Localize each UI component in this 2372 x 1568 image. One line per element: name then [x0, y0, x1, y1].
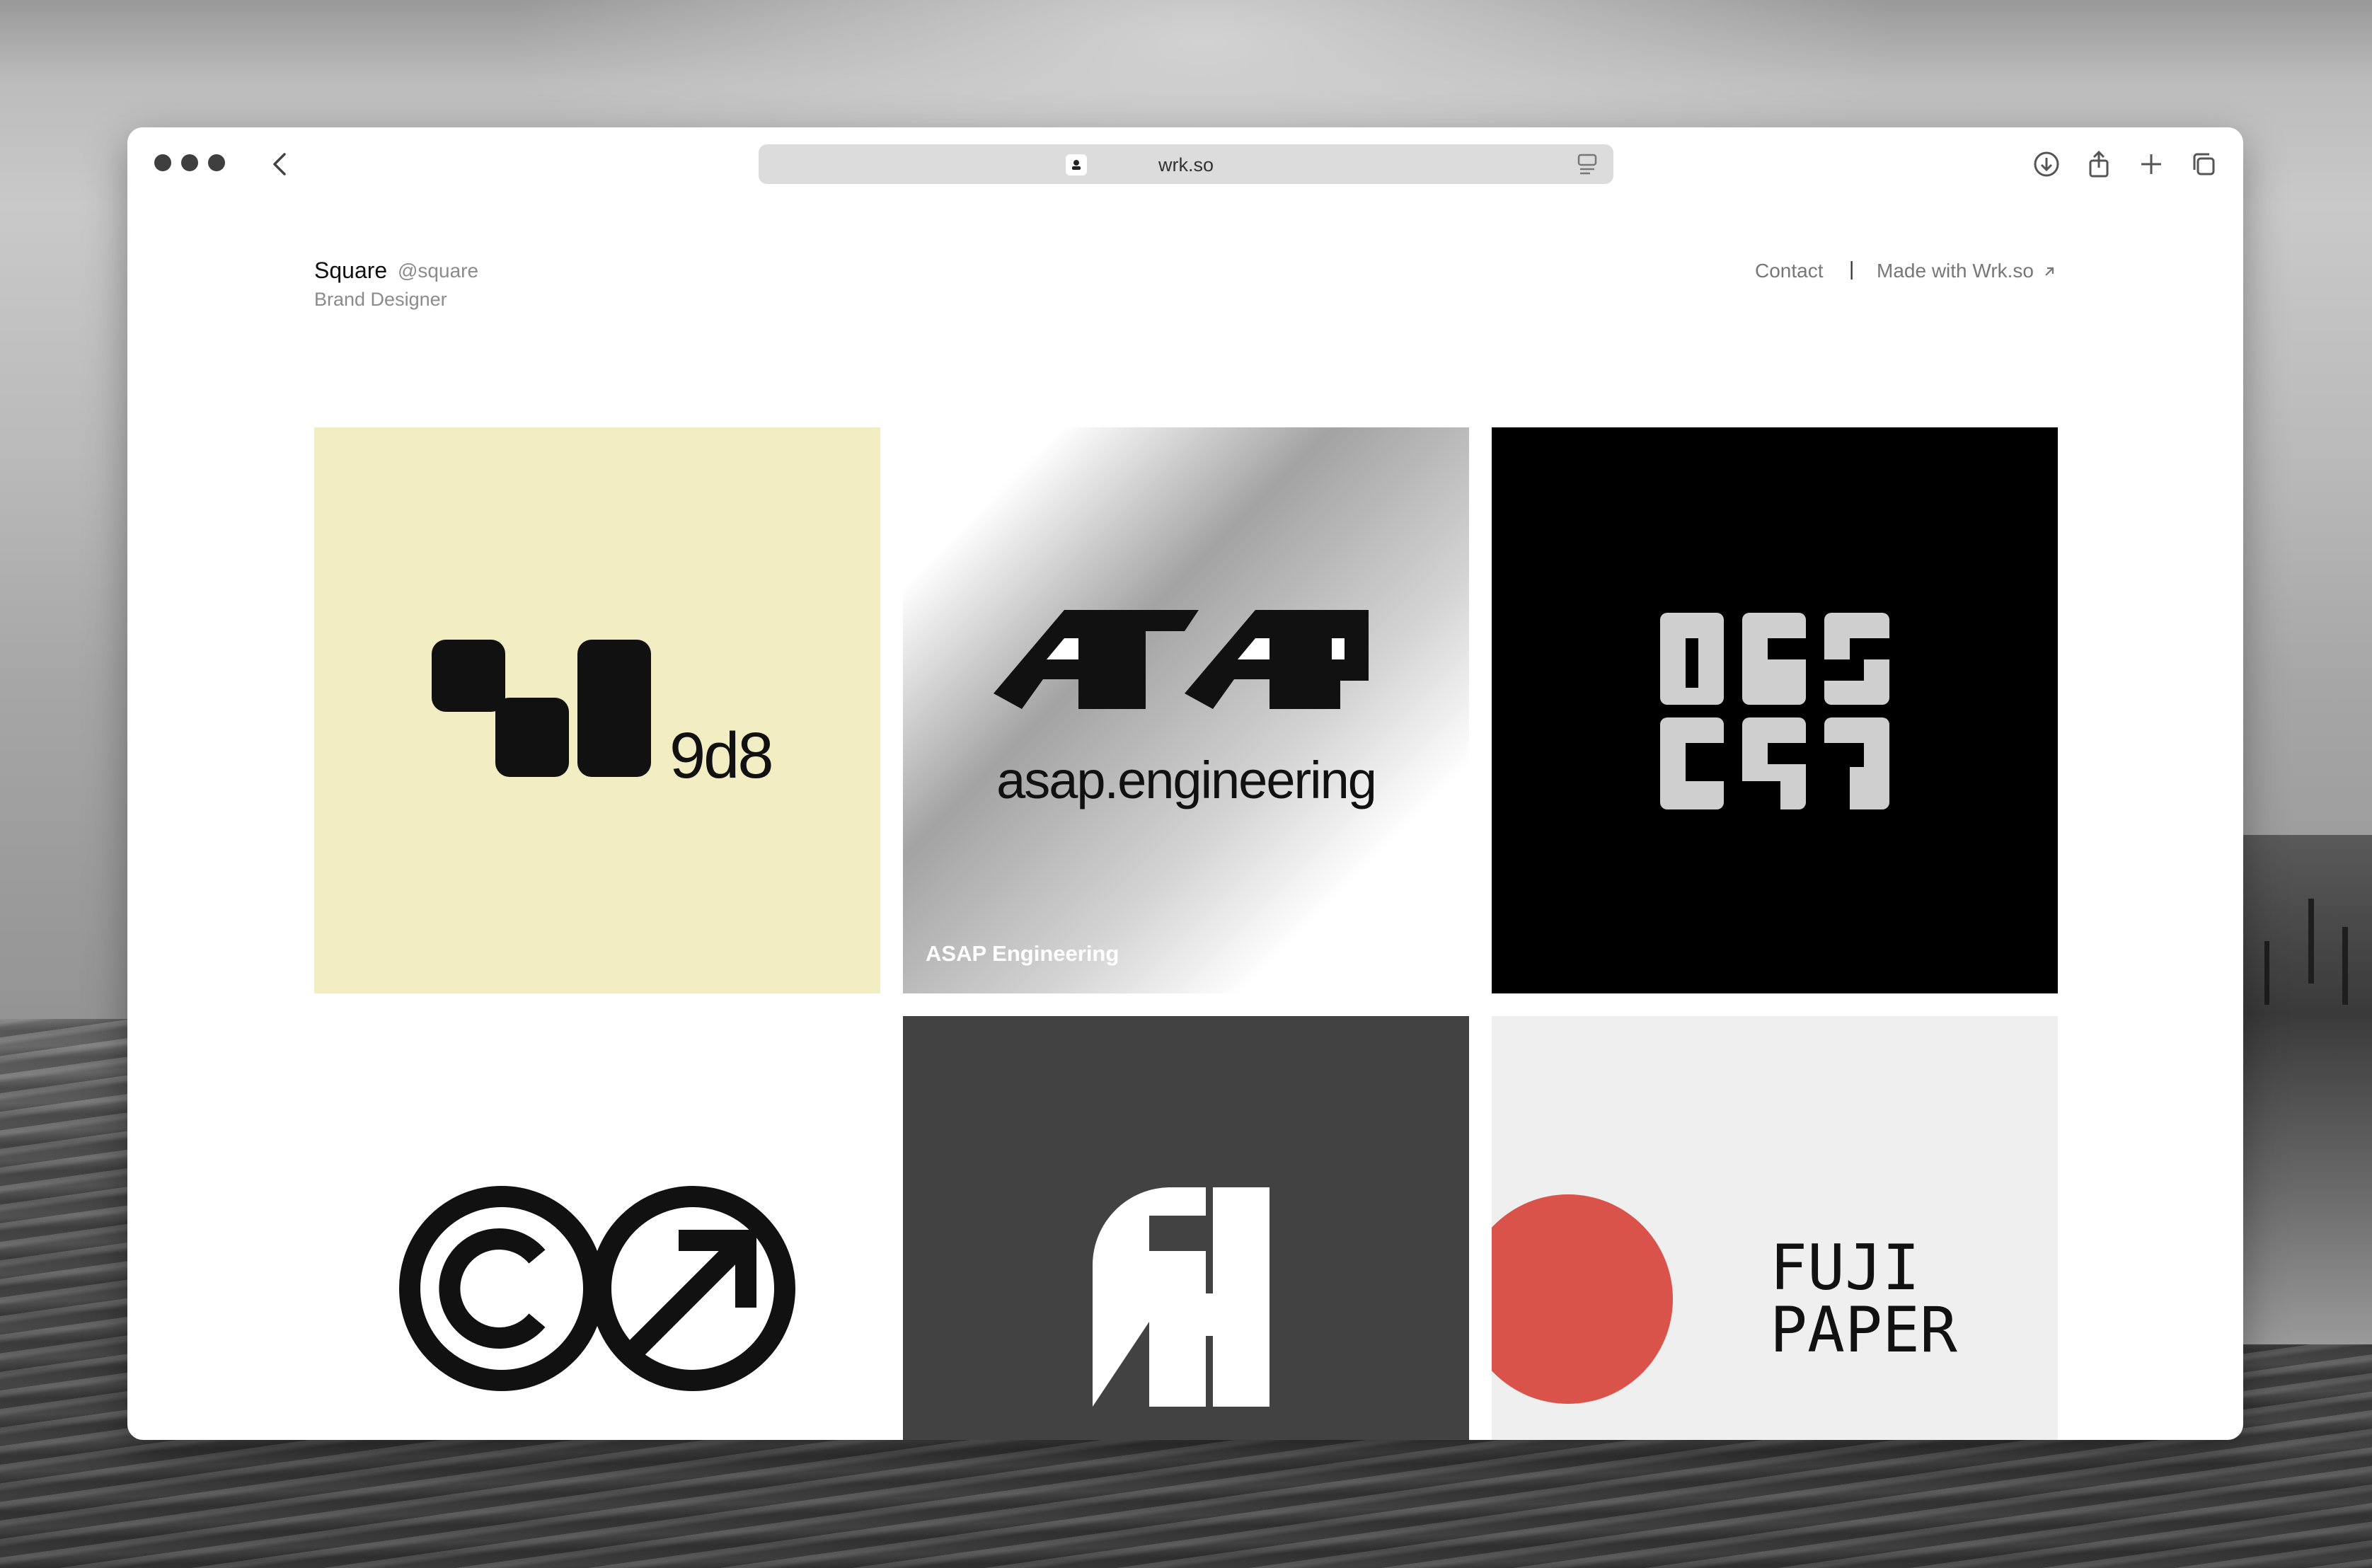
browser-window: wrk.so Square @square Brand Designer Con… [127, 127, 2243, 1440]
red-circle-mark [1492, 1194, 1673, 1404]
project-tile-fuji-paper[interactable]: FUJI PAPER [1492, 1016, 2058, 1440]
site-handle: @square [398, 260, 479, 282]
browser-toolbar: wrk.so [127, 127, 2243, 198]
shoreline [2238, 835, 2372, 1344]
9d8-logo-mark [432, 640, 651, 777]
project-tile-glyph-logo[interactable] [1492, 427, 2058, 993]
share-icon[interactable] [2083, 149, 2114, 180]
site-name[interactable]: Square [314, 258, 387, 284]
close-window-button[interactable] [154, 154, 171, 171]
fuji-paper-logo-text: FUJI PAPER [1770, 1237, 1957, 1361]
external-arrow-icon [2045, 267, 2054, 276]
9d8-logo-text: 9d8 [669, 720, 773, 792]
glyph-logo-mark [1660, 613, 1889, 809]
asap-logo-text: asap.engineering [996, 751, 1377, 809]
reader-mode-icon[interactable] [1577, 153, 1598, 177]
made-with-link[interactable]: Made with Wrk.so [1877, 260, 2034, 282]
address-url: wrk.so [1158, 154, 1214, 175]
address-bar[interactable]: wrk.so [759, 144, 1613, 184]
project-caption: ASAP Engineering [926, 941, 1119, 966]
project-tile-asap-engineering[interactable]: asap.engineering ASAP Engineering [903, 427, 1469, 993]
minimize-window-button[interactable] [181, 154, 198, 171]
h-logo-mark [1093, 1187, 1270, 1407]
palm-tree [2342, 927, 2348, 1005]
project-tile-circle-logo[interactable] [314, 1016, 880, 1440]
download-icon[interactable] [2031, 149, 2062, 180]
back-arrow-icon[interactable] [267, 150, 293, 178]
window-controls [154, 154, 225, 171]
zoom-window-button[interactable] [208, 154, 225, 171]
paper-line: PAPER [1770, 1293, 1957, 1366]
site-role: Brand Designer [314, 289, 447, 310]
asap-logo-mark [994, 610, 1369, 709]
project-tile-9d8[interactable]: 9d8 [314, 427, 880, 993]
project-tile-h-logo[interactable] [903, 1016, 1469, 1440]
nav-separator: | [1849, 258, 1855, 279]
circle-logo-mark [399, 1186, 795, 1391]
contact-link[interactable]: Contact [1755, 260, 1824, 282]
tab-overview-icon[interactable] [2188, 149, 2219, 180]
new-tab-icon[interactable] [2136, 149, 2167, 180]
palm-tree [2308, 899, 2314, 984]
palm-tree [2264, 941, 2269, 1005]
